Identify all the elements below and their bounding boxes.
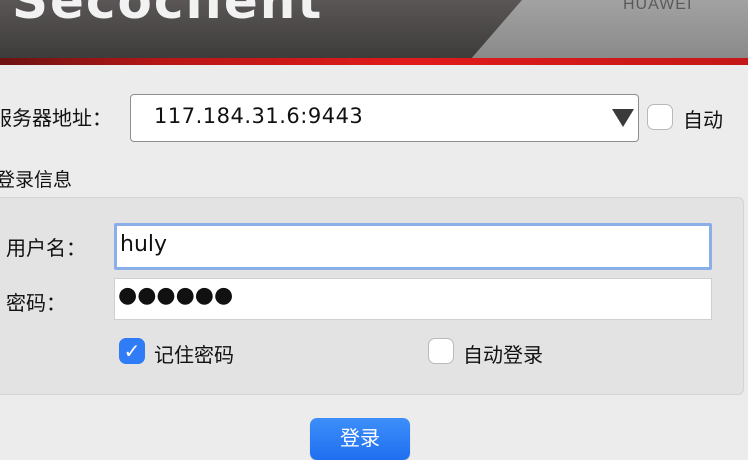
username-value[interactable]: huly	[120, 232, 167, 257]
server-address-label: 服务器地址：	[0, 106, 112, 130]
password-value[interactable]: ●●●●●●	[118, 283, 233, 308]
checkmark-icon: ✓	[123, 339, 141, 363]
remember-password-label: 记住密码	[154, 343, 234, 367]
auto-login-checkbox[interactable]	[428, 338, 454, 364]
auto-login-label: 自动登录	[463, 343, 543, 367]
banner-accent-line	[0, 58, 748, 65]
remember-password-checkbox[interactable]: ✓	[119, 338, 145, 364]
server-address-value[interactable]: 117.184.31.6:9443	[154, 104, 363, 128]
header-banner: Secoclient HUAWEI	[0, 0, 748, 60]
brand-logo-text: HUAWEI	[623, 0, 693, 13]
username-field[interactable]: huly	[114, 223, 712, 270]
auto-server-label: 自动	[683, 108, 723, 132]
login-button[interactable]: 登录	[310, 418, 410, 460]
username-label: 用户名：	[6, 236, 86, 260]
server-address-combobox[interactable]: 117.184.31.6:9443	[130, 94, 639, 142]
auto-server-checkbox[interactable]	[647, 104, 673, 130]
banner-panel	[470, 0, 748, 60]
app-title: Secoclient	[12, 0, 324, 30]
login-info-section-title: 登录信息	[0, 169, 73, 191]
password-label: 密码：	[6, 291, 66, 315]
password-field[interactable]: ●●●●●●	[114, 278, 712, 320]
dropdown-arrow-icon[interactable]	[612, 109, 634, 127]
